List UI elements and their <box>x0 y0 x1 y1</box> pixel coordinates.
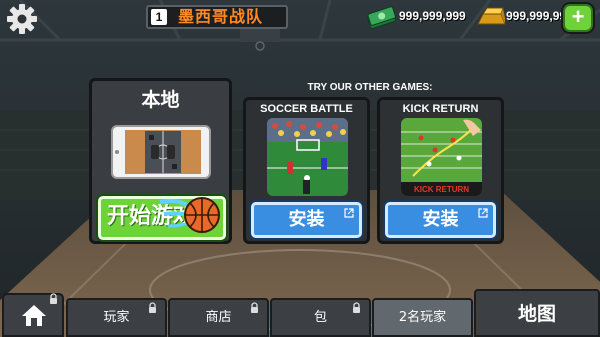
gear-icon[interactable] <box>6 3 38 35</box>
game-title: KICK RETURN <box>402 103 479 115</box>
tab-label: 2名玩家 <box>398 310 447 325</box>
lock-icon <box>251 302 258 313</box>
lock-icon <box>353 302 360 313</box>
tab-label: 商店 <box>205 310 232 325</box>
game-title: SOCCER BATTLE <box>260 103 353 115</box>
add-currency-button[interactable]: + <box>563 4 593 32</box>
tab-shop[interactable]: 商店 <box>168 298 269 337</box>
soccer-battle-thumbnail <box>267 118 348 196</box>
home-button[interactable] <box>2 293 64 337</box>
install-soccer-battle-button[interactable]: 安装 <box>251 202 362 238</box>
thumb-caption: KICK RETURN <box>414 185 469 194</box>
basketball-icon <box>159 197 220 233</box>
plus-icon: + <box>571 4 585 29</box>
install-label: 安装 <box>422 209 459 230</box>
tab-two-players[interactable]: 2名玩家 <box>372 298 473 337</box>
tab-packs[interactable]: 包 <box>270 298 371 337</box>
home-icon <box>22 305 46 326</box>
team-name: 墨西哥战队 <box>178 7 264 26</box>
tab-label: 包 <box>313 310 327 325</box>
bottom-nav: 玩家 商店 包 2名玩家 地图 <box>0 289 600 337</box>
install-kick-return-button[interactable]: 安装 <box>385 202 496 238</box>
install-label: 安装 <box>288 209 325 230</box>
panel-title: 本地 <box>141 89 180 111</box>
kick-return-panel: KICK RETURN KICK RETURN 安装 <box>377 97 504 244</box>
soccer-battle-panel: SOCCER BATTLE 安装 <box>243 97 370 244</box>
lock-icon <box>149 302 156 313</box>
map-button[interactable]: 地图 <box>474 289 600 337</box>
promo-title: TRY OUR OTHER GAMES: <box>307 82 433 93</box>
cash-amount: 999,999,999 <box>399 9 466 23</box>
phone-court-icon <box>111 125 211 179</box>
gold-amount: 999,999,999 <box>506 9 568 23</box>
lock-icon <box>50 293 57 304</box>
gold-bar-icon <box>477 7 506 25</box>
external-link-icon <box>344 208 354 218</box>
team-selector[interactable]: 1 墨西哥战队 <box>146 5 288 29</box>
cash-icon <box>367 6 396 29</box>
team-number: 1 <box>151 9 167 25</box>
tab-players[interactable]: 玩家 <box>66 298 167 337</box>
external-link-icon <box>478 208 488 218</box>
kick-return-thumbnail: KICK RETURN <box>401 118 482 196</box>
tab-label: 玩家 <box>103 310 130 325</box>
